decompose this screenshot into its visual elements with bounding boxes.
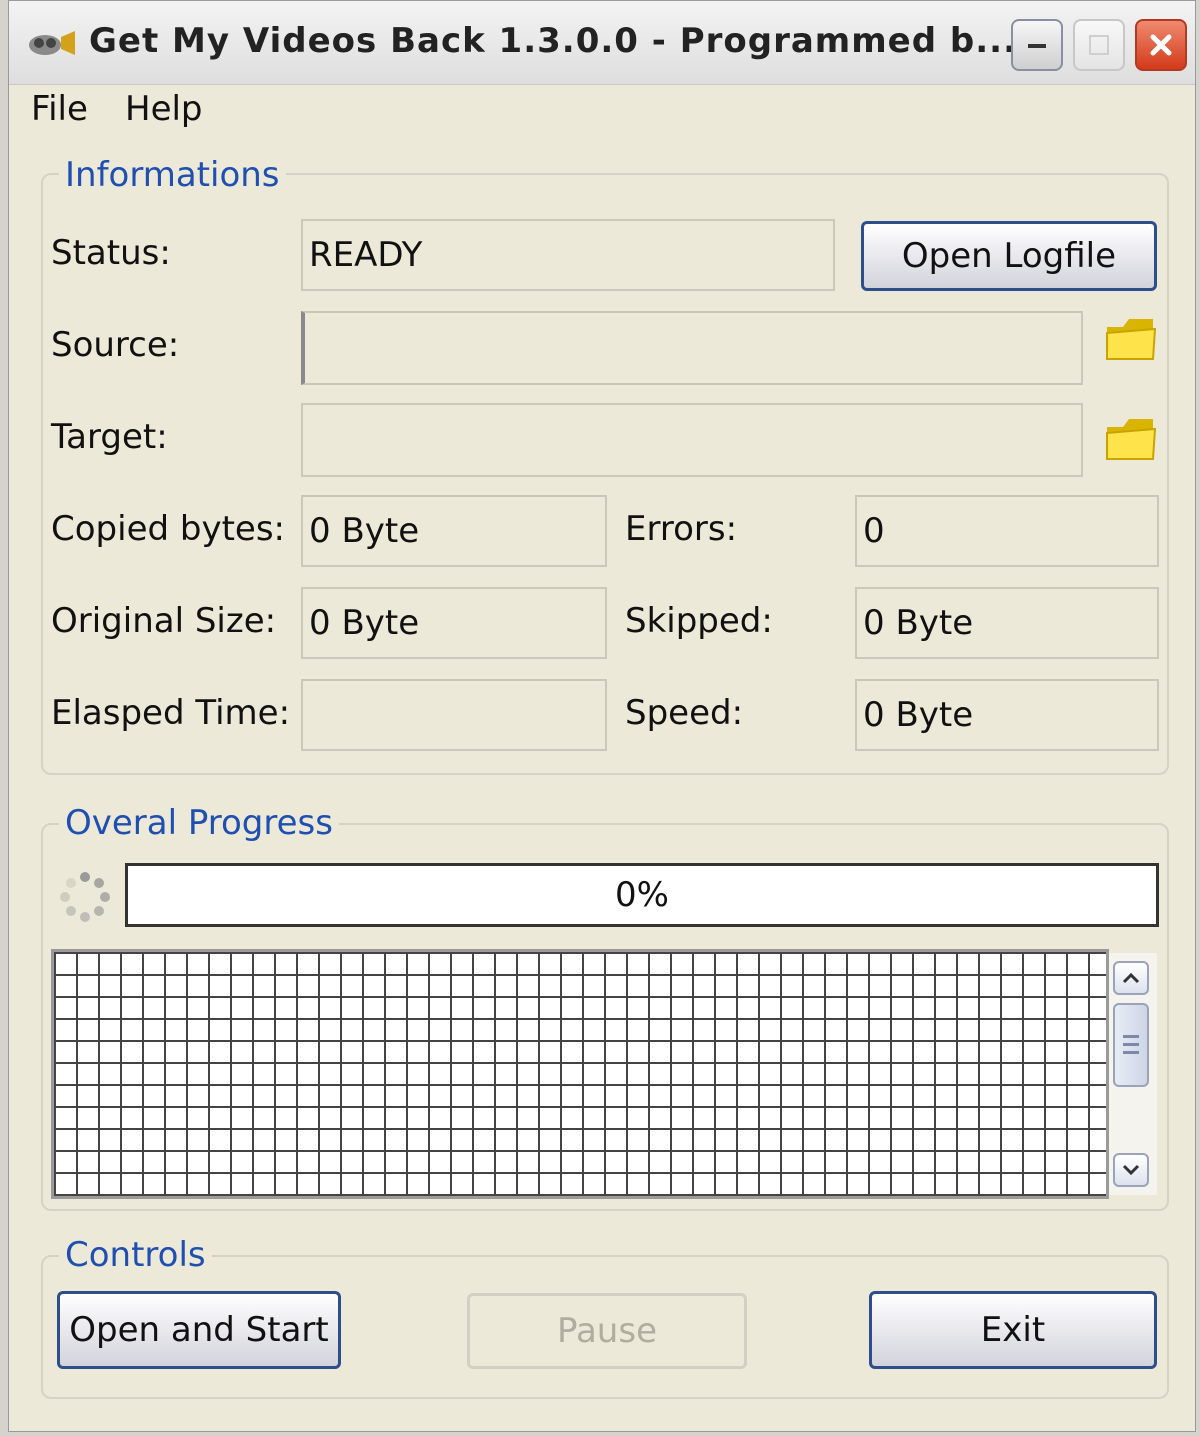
pause-button[interactable]: Pause [467,1293,747,1369]
maximize-button[interactable] [1073,19,1125,71]
speed-label: Speed: [625,693,744,733]
progress-title: Overal Progress [59,803,339,843]
maximize-icon [1089,35,1109,55]
close-button[interactable] [1135,19,1187,71]
target-input[interactable] [301,403,1083,477]
errors-field: 0 [855,495,1159,567]
scroll-grip [1123,1035,1139,1038]
copied-bytes-label: Copied bytes: [51,509,285,549]
overall-progress-bar: 0% [125,863,1159,927]
scroll-down-button[interactable] [1113,1153,1149,1187]
original-size-label: Original Size: [51,601,277,641]
errors-label: Errors: [625,509,738,549]
open-logfile-button[interactable]: Open Logfile [861,221,1157,291]
status-field: READY [301,219,835,291]
title-bar[interactable]: Get My Videos Back 1.3.0.0 - Programmed … [9,1,1195,85]
controls-title: Controls [59,1235,212,1275]
main-window: Get My Videos Back 1.3.0.0 - Programmed … [8,0,1196,1432]
open-and-start-button[interactable]: Open and Start [57,1291,341,1369]
grid-scrollbar[interactable] [1109,953,1157,1195]
menu-file[interactable]: File [31,89,88,129]
status-label: Status: [51,233,171,273]
informations-title: Informations [59,155,286,195]
copied-bytes-field: 0 Byte [301,495,607,567]
target-label: Target: [51,417,168,457]
menu-bar: File Help [9,85,1195,135]
chevron-up-icon [1122,972,1140,984]
source-folder-icon[interactable] [1103,311,1159,365]
target-folder-icon[interactable] [1103,411,1159,465]
minimize-button[interactable] [1011,19,1063,71]
skipped-label: Skipped: [625,601,773,641]
scroll-thumb[interactable] [1113,1003,1149,1087]
elapsed-time-label: Elasped Time: [51,693,291,733]
skipped-field: 0 Byte [855,587,1159,659]
app-icon [29,31,75,55]
original-size-field: 0 Byte [301,587,607,659]
scroll-grip [1123,1043,1139,1046]
scroll-up-button[interactable] [1113,961,1149,995]
progress-percent-text: 0% [615,875,669,915]
spinner-icon [60,872,110,922]
exit-button[interactable]: Exit [869,1291,1157,1369]
chevron-down-icon [1122,1164,1140,1176]
block-map-grid [51,949,1109,1199]
source-input[interactable] [301,311,1083,385]
minimize-icon [1028,44,1046,48]
speed-field: 0 Byte [855,679,1159,751]
elapsed-time-field [301,679,607,751]
menu-help[interactable]: Help [125,89,203,129]
source-label: Source: [51,325,180,365]
scroll-grip [1123,1051,1139,1054]
window-title: Get My Videos Back 1.3.0.0 - Programmed … [89,21,1017,61]
close-icon [1150,34,1172,56]
